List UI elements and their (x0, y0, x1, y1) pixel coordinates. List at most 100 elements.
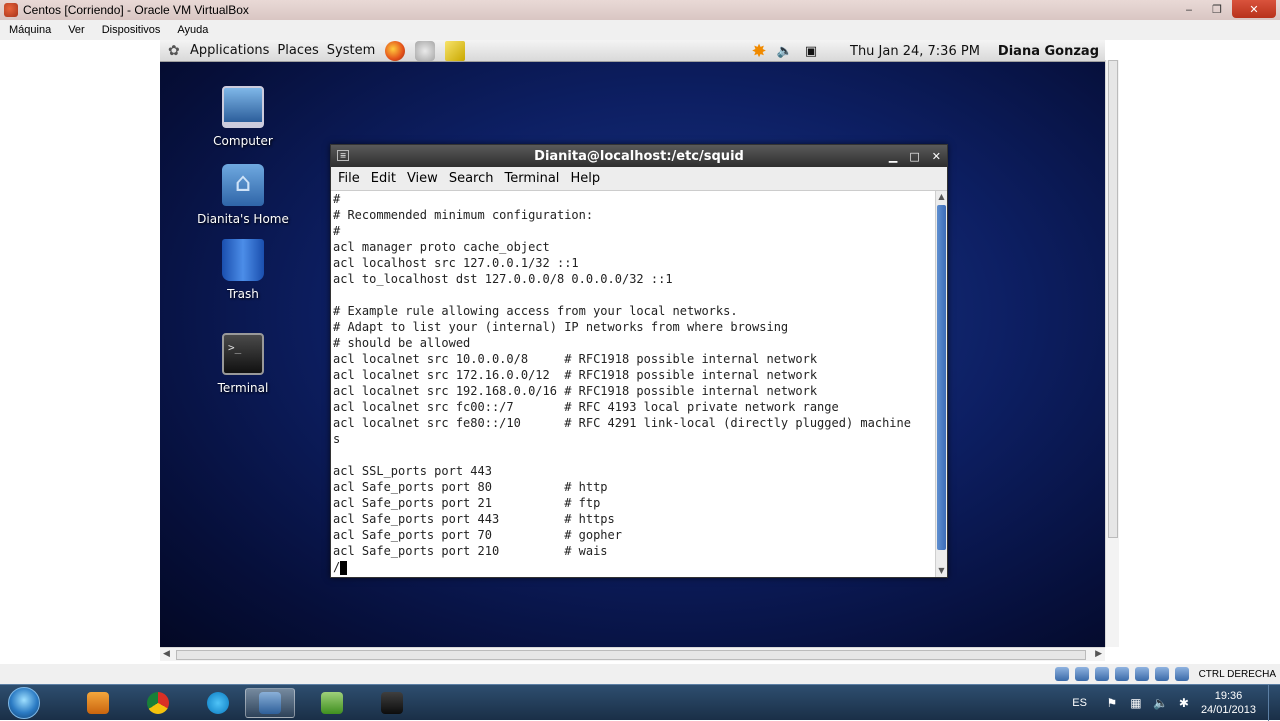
vbox-vertical-thumb[interactable] (1108, 60, 1118, 538)
terminal-line: # Example rule allowing access from your… (333, 304, 738, 318)
window-controls: ‒ ❐ ✕ (1176, 0, 1276, 18)
terminal-menu-view[interactable]: View (407, 171, 438, 186)
terminal-line: acl SSL_ports port 443 (333, 464, 492, 478)
panel-clock[interactable]: Thu Jan 24, 7:36 PM (850, 44, 980, 59)
volume-tray-icon[interactable]: 🔈 (1153, 696, 1168, 710)
scroll-down-icon[interactable]: ▼ (936, 565, 947, 577)
vbox-menubar: Máquina Ver Dispositivos Ayuda (0, 20, 1280, 40)
vbox-titlebar: Centos [Corriendo] - Oracle VM VirtualBo… (0, 0, 1280, 20)
taskbar-skype[interactable] (193, 688, 243, 718)
scroll-left-icon[interactable]: ◀ (163, 649, 170, 659)
scroll-right-icon[interactable]: ▶ (1095, 649, 1102, 659)
update-icon[interactable]: ✸ (750, 41, 768, 62)
scroll-thumb[interactable] (937, 205, 946, 550)
gnome-top-panel: ✿ Applications Places System ✸ 🔈 ▣ Thu J… (160, 40, 1105, 62)
computer-icon (222, 86, 264, 128)
terminal-window[interactable]: ≡ Dianita@localhost:/etc/squid ▁ □ ✕ Fil… (330, 144, 948, 578)
firefox-icon[interactable] (385, 40, 406, 61)
taskbar-terminal[interactable] (367, 688, 417, 718)
taskbar-media-player[interactable] (73, 688, 123, 718)
desktop-icon-label: Computer (213, 134, 273, 148)
terminal-titlebar[interactable]: ≡ Dianita@localhost:/etc/squid ▁ □ ✕ (331, 145, 947, 167)
bluetooth-icon[interactable]: ✱ (1177, 696, 1191, 710)
terminal-app-icon (381, 692, 403, 714)
terminal-menu-help[interactable]: Help (570, 171, 600, 186)
gnome-tray: ✸ 🔈 ▣ Thu Jan 24, 7:36 PM Diana Gonzag (750, 40, 1105, 62)
menu-ver[interactable]: Ver (59, 24, 93, 36)
scroll-up-icon[interactable]: ▲ (936, 191, 947, 203)
desktop-icon-home[interactable]: Dianita's Home (183, 164, 303, 226)
terminal-menubar: File Edit View Search Terminal Help (331, 167, 947, 191)
desktop-icon-label: Trash (227, 287, 259, 301)
show-desktop-button[interactable] (1268, 685, 1280, 721)
terminal-line: acl localhost src 127.0.0.1/32 ::1 (333, 256, 579, 270)
minimize-button[interactable]: ‒ (1176, 0, 1202, 18)
taskbar-virtualbox[interactable] (245, 688, 295, 718)
system-menu[interactable]: System (327, 43, 375, 58)
start-button[interactable] (8, 687, 40, 719)
window-menu-icon[interactable]: ≡ (337, 150, 349, 161)
menu-ayuda[interactable]: Ayuda (168, 24, 216, 36)
virtualbox-icon (4, 3, 18, 17)
terminal-output[interactable]: # # Recommended minimum configuration: # ac… (331, 191, 937, 577)
desktop-icon-terminal[interactable]: Terminal (183, 333, 303, 395)
maximize-button[interactable]: ❐ (1204, 0, 1230, 18)
desktop-icon-trash[interactable]: Trash (183, 239, 303, 301)
mail-icon[interactable] (415, 40, 436, 61)
close-button[interactable]: ✕ (1232, 0, 1276, 18)
vbox-statusbar: CTRL DERECHA (0, 664, 1280, 684)
optical-drive-icon[interactable] (1074, 667, 1089, 681)
terminal-window-controls: ▁ □ ✕ (889, 145, 941, 167)
menu-dispositivos[interactable]: Dispositivos (93, 24, 169, 36)
menu-maquina[interactable]: Máquina (0, 24, 59, 36)
taskbar-excel[interactable] (307, 688, 357, 718)
network-icon[interactable]: ▣ (802, 42, 820, 60)
terminal-line: acl to_localhost dst 127.0.0.0/8 0.0.0.0… (333, 272, 673, 286)
usb-icon[interactable] (1114, 667, 1129, 681)
terminal-menu-search[interactable]: Search (449, 171, 494, 186)
mouse-integration-icon[interactable] (1174, 667, 1189, 681)
terminal-menu-terminal[interactable]: Terminal (504, 171, 559, 186)
virtualization-icon[interactable] (1154, 667, 1169, 681)
places-menu[interactable]: Places (277, 43, 318, 58)
volume-icon[interactable]: 🔈 (776, 42, 794, 60)
guest-screen[interactable]: ✿ Applications Places System ✸ 🔈 ▣ Thu J… (160, 40, 1105, 647)
trash-icon (222, 239, 264, 281)
hard-disk-icon[interactable] (1054, 667, 1069, 681)
terminal-line: acl localnet src 192.168.0.0/16 # RFC191… (333, 384, 818, 398)
terminal-menu-file[interactable]: File (338, 171, 360, 186)
terminal-line: s (333, 432, 341, 446)
notes-icon[interactable] (445, 40, 466, 61)
terminal-scrollbar[interactable]: ▲ ▼ (935, 191, 947, 577)
desktop-icon-label: Dianita's Home (197, 212, 289, 226)
terminal-line: acl Safe_ports port 80 # http (333, 480, 608, 494)
terminal-icon (222, 333, 264, 375)
terminal-menu-edit[interactable]: Edit (371, 171, 396, 186)
terminal-line: acl localnet src fc00::/7 # RFC 4193 loc… (333, 400, 839, 414)
vbox-horizontal-scrollbar[interactable]: ◀ ▶ (160, 647, 1105, 661)
terminal-maximize-button[interactable]: □ (909, 150, 919, 163)
terminal-minimize-button[interactable]: ▁ (889, 150, 897, 163)
network-adapter-icon[interactable] (1094, 667, 1109, 681)
vbox-horizontal-thumb[interactable] (176, 650, 1086, 660)
terminal-prompt-line: / (333, 559, 937, 575)
applications-label: Applications (190, 43, 270, 58)
vbox-vertical-scrollbar[interactable] (1105, 60, 1119, 647)
window-title: Centos [Corriendo] - Oracle VM VirtualBo… (23, 3, 249, 17)
desktop-icon-computer[interactable]: Computer (183, 86, 303, 148)
terminal-line: acl Safe_ports port 210 # wais (333, 544, 608, 558)
language-indicator[interactable]: ES (1072, 697, 1087, 709)
taskbar-clock[interactable]: 19:36 24/01/2013 (1201, 689, 1256, 717)
terminal-line: # Adapt to list your (internal) IP netwo… (333, 320, 789, 334)
panel-user[interactable]: Diana Gonzag (998, 44, 1099, 59)
terminal-close-button[interactable]: ✕ (932, 150, 941, 163)
shared-folders-icon[interactable] (1134, 667, 1149, 681)
taskbar-chrome[interactable] (133, 688, 183, 718)
applications-menu[interactable]: ✿ Applications (168, 43, 269, 59)
virtualbox-icon (259, 692, 281, 714)
network-tray-icon[interactable]: ▦ (1129, 696, 1143, 710)
action-center-icon[interactable]: ⚑ (1105, 696, 1119, 710)
windows-taskbar: ES ⚑ ▦ 🔈 ✱ 19:36 24/01/2013 (0, 684, 1280, 721)
